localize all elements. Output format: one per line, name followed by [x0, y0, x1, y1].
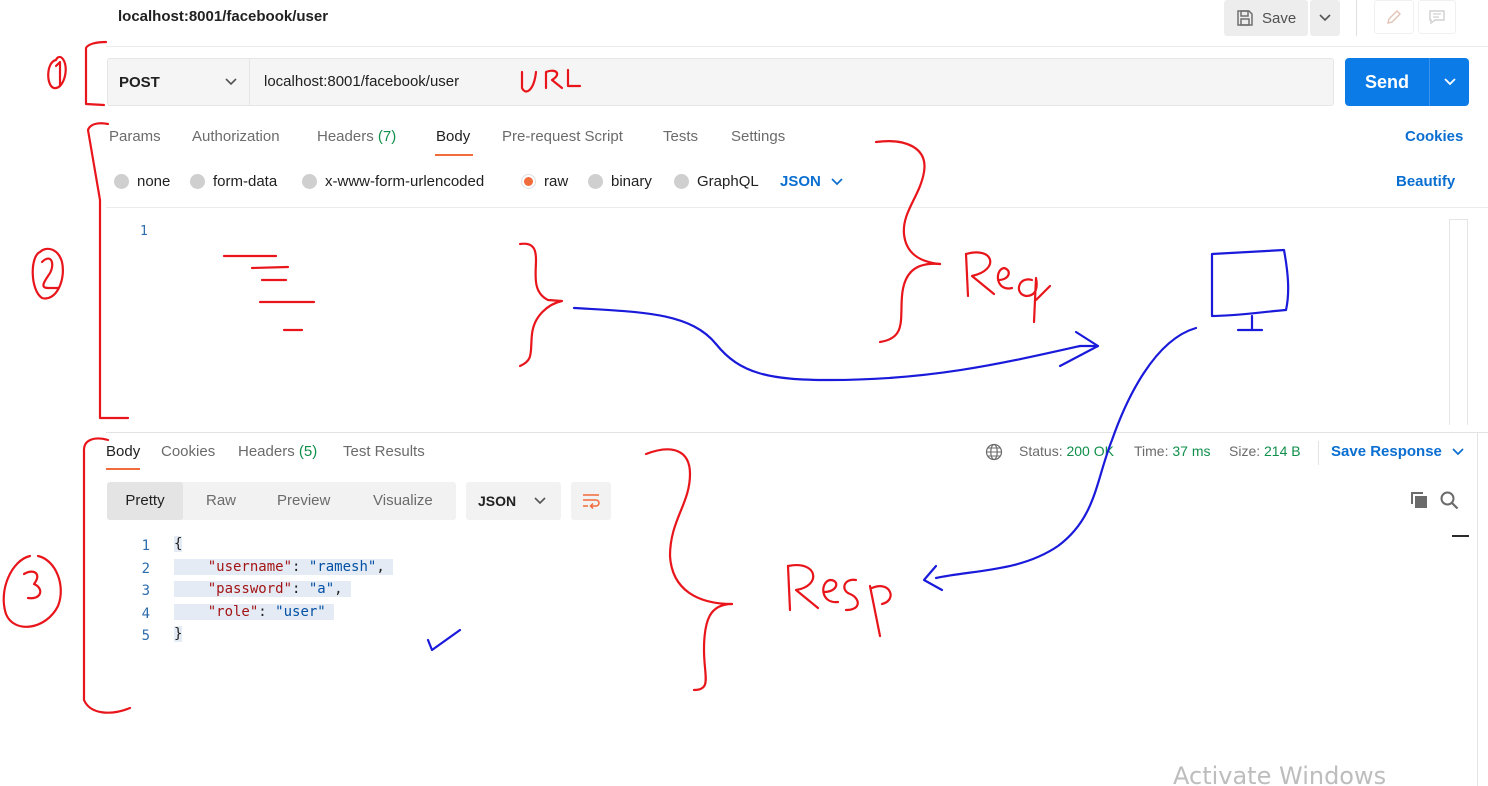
annotation-overlay: 1	[2, 40, 1290, 714]
blue-annotations	[426, 248, 1290, 652]
